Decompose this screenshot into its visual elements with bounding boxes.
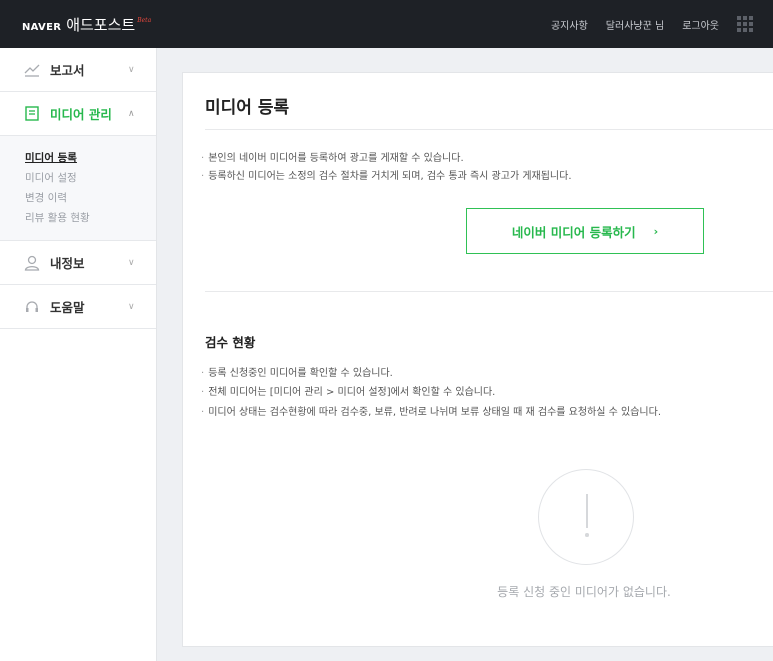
chevron-right-icon: › [653, 224, 659, 238]
register-media-button[interactable]: 네이버 미디어 등록하기 › [466, 208, 704, 254]
sidebar-item-my-info[interactable]: 내정보 ∨ [0, 241, 156, 285]
sidebar-item-help[interactable]: 도움말 ∨ [0, 285, 156, 329]
chevron-down-icon: ∨ [128, 64, 135, 75]
intro-text: 본인의 네이버 미디어를 등록하여 광고를 게재할 수 있습니다. [201, 152, 463, 166]
sidebar: 보고서 ∨ 미디어 관리 ∧ 미디어 등록 미디어 설정 변경 이력 리뷰 활용… [0, 48, 157, 661]
beta-badge: Beta [137, 16, 152, 24]
headset-icon [24, 299, 40, 315]
chevron-down-icon: ∨ [128, 257, 135, 268]
person-icon [24, 255, 40, 271]
document-icon [24, 106, 40, 122]
sidebar-item-label: 미디어 관리 [50, 107, 112, 122]
top-navigation-bar: NAVER 애드포스트 Beta 공지사항 달러사냥꾼 님 로그아웃 [0, 0, 773, 48]
review-note: 미디어 상태는 검수현황에 따라 검수중, 보류, 반려로 나뉘며 보류 상태일… [201, 406, 661, 420]
empty-state-message: 등록 신청 중인 미디어가 없습니다. [497, 585, 671, 599]
chevron-up-icon: ∧ [128, 108, 135, 119]
user-name-link[interactable]: 달러사냥꾼 님 [606, 17, 664, 32]
submenu-media-settings[interactable]: 미디어 설정 [25, 168, 156, 188]
review-note: 등록 신청중인 미디어를 확인할 수 있습니다. [201, 367, 393, 381]
media-register-panel: 미디어 등록 본인의 네이버 미디어를 등록하여 광고를 게재할 수 있습니다.… [182, 72, 773, 647]
sidebar-item-media-management[interactable]: 미디어 관리 ∧ [0, 92, 156, 136]
sidebar-item-label: 보고서 [50, 63, 85, 78]
media-submenu: 미디어 등록 미디어 설정 변경 이력 리뷰 활용 현황 [0, 136, 156, 241]
submenu-review-usage[interactable]: 리뷰 활용 현황 [25, 208, 156, 228]
divider [205, 291, 773, 292]
submenu-change-history[interactable]: 변경 이력 [25, 188, 156, 208]
sidebar-item-label: 도움말 [50, 300, 85, 315]
divider [205, 129, 773, 130]
grid-apps-icon[interactable] [737, 16, 753, 32]
sidebar-item-reports[interactable]: 보고서 ∨ [0, 48, 156, 92]
intro-text: 등록하신 미디어는 소정의 검수 절차를 거치게 되며, 검수 통과 즉시 광고… [201, 170, 571, 184]
review-note: 전체 미디어는 [미디어 관리 > 미디어 설정]에서 확인할 수 있습니다. [201, 386, 495, 400]
register-button-label: 네이버 미디어 등록하기 [511, 224, 636, 240]
review-status-title: 검수 현황 [205, 335, 256, 350]
top-links: 공지사항 달러사냥꾼 님 로그아웃 [533, 0, 753, 48]
submenu-media-register[interactable]: 미디어 등록 [25, 148, 156, 168]
naver-logo: NAVER [22, 21, 62, 33]
notice-link[interactable]: 공지사항 [551, 17, 588, 32]
adpost-logo-text: 애드포스트 [66, 15, 136, 34]
brand-logo[interactable]: NAVER 애드포스트 Beta [22, 14, 151, 35]
page-title: 미디어 등록 [205, 98, 290, 118]
sidebar-item-label: 내정보 [50, 256, 85, 271]
exclamation-circle-icon [538, 469, 634, 565]
chevron-down-icon: ∨ [128, 301, 135, 312]
chart-line-icon [24, 62, 40, 78]
logout-link[interactable]: 로그아웃 [682, 17, 719, 32]
